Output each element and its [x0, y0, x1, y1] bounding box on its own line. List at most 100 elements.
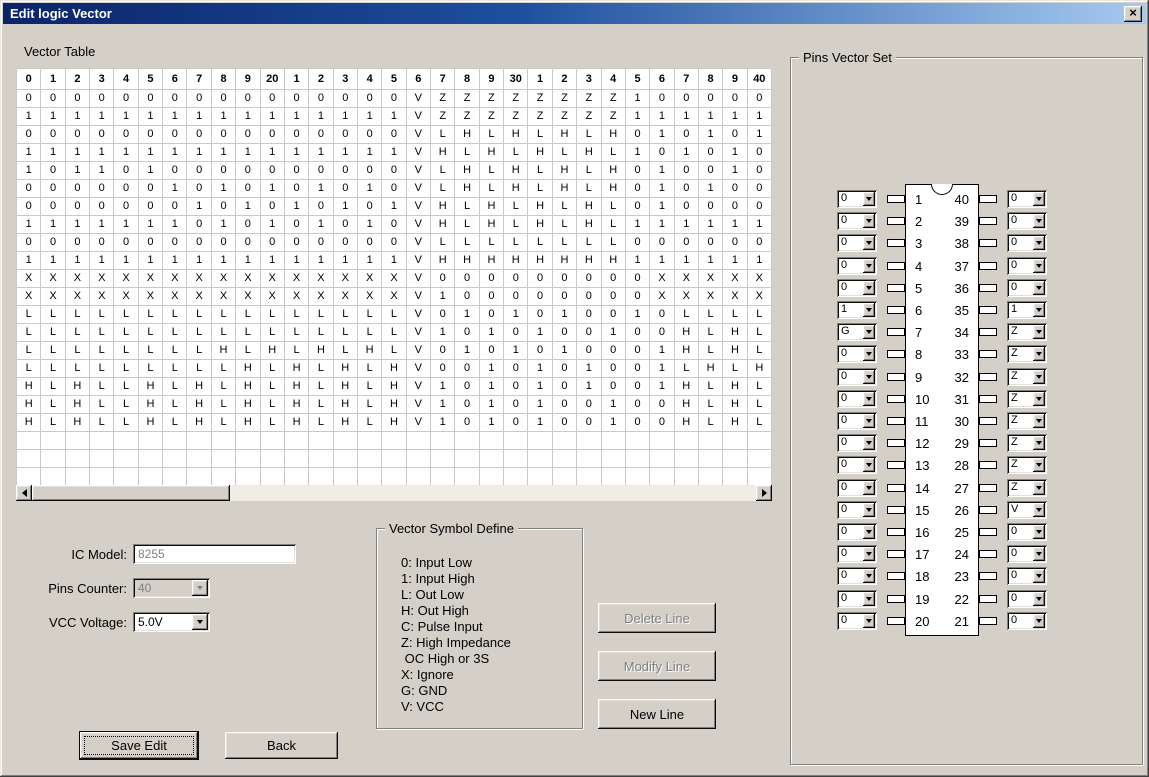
grid-cell[interactable]: L [285, 306, 309, 324]
pin-35-dropdown-button[interactable] [1033, 303, 1045, 317]
grid-cell[interactable]: 0 [309, 90, 333, 108]
pin-34-dropdown-button[interactable] [1033, 325, 1045, 339]
grid-cell[interactable]: 1 [602, 396, 626, 414]
grid-cell[interactable]: L [455, 144, 479, 162]
grid-cell[interactable]: 0 [626, 360, 650, 378]
grid-cell[interactable]: 1 [236, 108, 260, 126]
grid-cell[interactable]: 1 [431, 324, 455, 342]
grid-cell[interactable]: L [187, 342, 211, 360]
grid-cell[interactable]: V [407, 378, 431, 396]
grid-cell[interactable]: 0 [187, 90, 211, 108]
grid-cell[interactable]: 1 [528, 396, 552, 414]
grid-cell[interactable]: L [577, 180, 601, 198]
pin-27-combo[interactable]: Z [1007, 479, 1047, 497]
grid-cell[interactable]: 1 [41, 108, 65, 126]
grid-cell[interactable]: 0 [553, 288, 577, 306]
grid-cell[interactable]: 0 [626, 342, 650, 360]
pin-21-combo[interactable]: 0 [1007, 612, 1047, 630]
pin-15-combo[interactable]: 0 [837, 501, 877, 519]
grid-cell[interactable]: L [309, 360, 333, 378]
grid-cell[interactable]: L [212, 360, 236, 378]
grid-cell[interactable]: L [334, 342, 358, 360]
grid-cell[interactable]: 0 [261, 126, 285, 144]
grid-cell[interactable]: 0 [236, 90, 260, 108]
grid-cell[interactable]: L [41, 414, 65, 432]
grid-cell[interactable]: H [285, 414, 309, 432]
grid-cell[interactable]: 1 [480, 414, 504, 432]
grid-cell[interactable]: Z [528, 90, 552, 108]
grid-cell[interactable]: 0 [334, 234, 358, 252]
grid-cell[interactable]: 1 [41, 252, 65, 270]
grid-cell[interactable]: 1 [358, 108, 382, 126]
grid-cell[interactable]: 0 [382, 234, 406, 252]
grid-cell[interactable]: 1 [187, 198, 211, 216]
grid-cell[interactable]: 1 [285, 198, 309, 216]
grid-cell[interactable]: V [407, 198, 431, 216]
grid-cell[interactable]: H [577, 198, 601, 216]
grid-cell[interactable]: 0 [504, 396, 528, 414]
grid-cell[interactable]: 0 [675, 198, 699, 216]
pin-4-combo[interactable]: 0 [837, 257, 877, 275]
grid-cell[interactable]: V [407, 252, 431, 270]
grid-cell[interactable]: L [382, 324, 406, 342]
grid-cell[interactable]: 1 [139, 108, 163, 126]
pin-28-dropdown-button[interactable] [1033, 458, 1045, 472]
grid-cell[interactable]: X [334, 288, 358, 306]
grid-cell[interactable]: 0 [431, 270, 455, 288]
grid-cell[interactable]: X [334, 270, 358, 288]
grid-cell[interactable]: 1 [480, 378, 504, 396]
grid-cell[interactable]: 0 [285, 216, 309, 234]
grid-cell[interactable]: 1 [650, 108, 674, 126]
grid-cell[interactable]: L [748, 414, 772, 432]
grid-cell[interactable]: 1 [382, 198, 406, 216]
grid-cell[interactable]: X [382, 270, 406, 288]
grid-cell[interactable]: 0 [187, 180, 211, 198]
pin-7-combo[interactable]: G [837, 323, 877, 341]
grid-cell[interactable]: 0 [261, 90, 285, 108]
grid-cell[interactable]: Z [528, 108, 552, 126]
grid-cell[interactable]: L [528, 180, 552, 198]
grid-cell[interactable]: 1 [114, 252, 138, 270]
grid-cell[interactable]: 1 [723, 144, 747, 162]
grid-cell[interactable]: 1 [261, 180, 285, 198]
grid-cell[interactable]: V [407, 306, 431, 324]
pin-2-combo[interactable]: 0 [837, 212, 877, 230]
pin-9-combo[interactable]: 0 [837, 368, 877, 386]
pin-32-combo[interactable]: Z [1007, 368, 1047, 386]
grid-cell[interactable]: L [602, 198, 626, 216]
grid-cell[interactable]: V [407, 108, 431, 126]
grid-cell[interactable]: X [163, 288, 187, 306]
grid-cell[interactable]: 1 [41, 144, 65, 162]
grid-cell[interactable]: L [163, 324, 187, 342]
grid-cell[interactable]: 1 [163, 144, 187, 162]
scroll-right-button[interactable] [756, 485, 772, 501]
pin-8-combo[interactable]: 0 [837, 345, 877, 363]
grid-cell[interactable]: 1 [163, 108, 187, 126]
grid-cell[interactable]: 1 [748, 126, 772, 144]
grid-cell[interactable]: 0 [17, 90, 41, 108]
grid-cell[interactable]: 1 [577, 378, 601, 396]
pin-35-combo[interactable]: 1 [1007, 301, 1047, 319]
horizontal-scrollbar[interactable] [16, 485, 772, 501]
grid-cell[interactable]: L [261, 360, 285, 378]
grid-cell[interactable]: H [528, 252, 552, 270]
grid-cell[interactable]: 0 [236, 126, 260, 144]
grid-cell[interactable]: H [455, 162, 479, 180]
grid-cell[interactable]: 0 [236, 216, 260, 234]
grid-cell[interactable]: X [187, 270, 211, 288]
grid-cell[interactable]: 1 [90, 108, 114, 126]
pin-36-combo[interactable]: 0 [1007, 279, 1047, 297]
pin-30-dropdown-button[interactable] [1033, 414, 1045, 428]
grid-cell[interactable]: L [358, 378, 382, 396]
grid-cell[interactable]: L [553, 216, 577, 234]
grid-cell[interactable]: 0 [285, 90, 309, 108]
grid-cell[interactable]: Z [431, 108, 455, 126]
grid-cell[interactable]: L [431, 162, 455, 180]
pin-27-dropdown-button[interactable] [1033, 481, 1045, 495]
grid-cell[interactable]: Z [455, 108, 479, 126]
grid-cell[interactable]: L [41, 396, 65, 414]
grid-cell[interactable]: X [723, 288, 747, 306]
grid-cell[interactable]: 0 [602, 270, 626, 288]
grid-cell[interactable]: 0 [358, 90, 382, 108]
grid-cell[interactable]: 1 [163, 252, 187, 270]
